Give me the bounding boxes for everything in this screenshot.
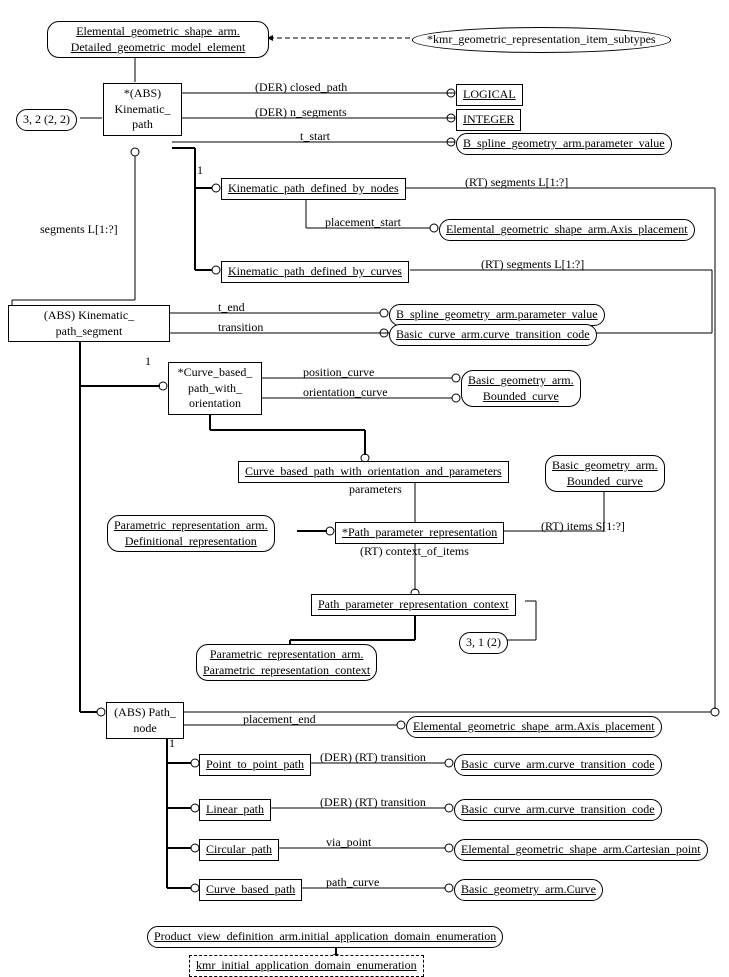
logical-box: LOGICAL (456, 84, 523, 106)
kmr-subtypes-ellipse: *kmr_geometric_representation_item_subty… (412, 27, 671, 53)
placement-end-label: placement_end (243, 712, 316, 727)
bounded-curve2-text: Basic_geometry_arm. Bounded_curve (552, 458, 658, 488)
kp-nodes-box: Kinematic_path_defined_by_nodes (221, 178, 406, 200)
trans-code2-text: Basic_curve_arm.curve_transition_code (461, 757, 655, 771)
curve-text: Basic_geometry_arm.Curve (461, 882, 596, 896)
linear-path-box: Linear_path (199, 799, 271, 821)
path-node-text: (ABS) Path_ node (114, 705, 176, 735)
trans-code-text: Basic_curve_arm.curve_transition_code (396, 327, 590, 341)
axis-placement-box: Elemental_geometric_shape_arm.Axis_place… (439, 219, 695, 241)
prc-arm-box: Parametric_representation_arm. Parametri… (196, 644, 377, 681)
circle-3-2: 3, 2 (2, 2) (16, 109, 77, 131)
bounded-curve2-box: Basic_geometry_arm. Bounded_curve (545, 455, 665, 492)
path-param-rep-text: *Path_parameter_representation (342, 525, 497, 539)
trans-code3-text: Basic_curve_arm.curve_transition_code (461, 802, 655, 816)
kp-segment-text: (ABS) Kinematic_ path_segment (44, 308, 134, 338)
bounded-curve-text: Basic_geometry_arm. Bounded_curve (468, 373, 574, 403)
path-node-box: (ABS) Path_ node (106, 702, 184, 739)
param-rep-arm-box: Parametric_representation_arm. Definitio… (107, 515, 275, 552)
curve-box: Basic_geometry_arm.Curve (454, 879, 603, 901)
orientation-curve-label: orientation_curve (303, 385, 388, 400)
bounded-curve-box: Basic_geometry_arm. Bounded_curve (461, 370, 581, 407)
kp-curves-text: Kinematic_path_defined_by_curves (228, 264, 402, 278)
circular-path-box: Circular_path (199, 839, 279, 861)
bspline-param2-text: B_spline_geometry_arm.parameter_value (396, 307, 598, 321)
rt-segments1-label: (RT) segments L[1:?] (465, 175, 568, 190)
elem-geom-shape-box: Elemental_geometric_shape_arm. Detailed_… (47, 21, 269, 58)
circle-3-1-text: 3, 1 (2) (466, 635, 501, 649)
kinematic-path-box: *(ABS) Kinematic_ path (103, 83, 182, 136)
trans-code2-box: Basic_curve_arm.curve_transition_code (454, 754, 662, 776)
linear-path-text: Linear_path (206, 802, 264, 816)
cbp-w-params-text: Curve_based_path_with_orientation_and_pa… (245, 464, 502, 478)
kinematic-path-text: *(ABS) Kinematic_ path (115, 86, 171, 131)
trans-code3-box: Basic_curve_arm.curve_transition_code (454, 799, 662, 821)
one-a-label: 1 (197, 163, 203, 178)
kp-curves-box: Kinematic_path_defined_by_curves (221, 261, 409, 283)
axis-placement2-box: Elemental_geometric_shape_arm.Axis_place… (406, 716, 662, 738)
param-rep-arm-text: Parametric_representation_arm. Definitio… (114, 518, 268, 548)
parameters-label: parameters (349, 482, 402, 497)
circle-3-2-text: 3, 2 (2, 2) (23, 112, 70, 126)
logical-text: LOGICAL (463, 87, 516, 101)
integer-box: INTEGER (456, 109, 521, 131)
der-rt-trans-label: (DER) (RT) transition (320, 750, 426, 765)
curve-based-path-box: Curve_based_path (199, 879, 302, 901)
t-end-label: t_end (218, 300, 245, 315)
circle-3-1: 3, 1 (2) (459, 632, 508, 654)
elem-geom-shape-text: Elemental_geometric_shape_arm. Detailed_… (71, 24, 246, 54)
trans-code-box: Basic_curve_arm.curve_transition_code (389, 324, 597, 346)
kmr-subtypes-text: *kmr_geometric_representation_item_subty… (427, 32, 656, 46)
bspline-param-box: B_spline_geometry_arm.parameter_value (456, 133, 672, 155)
bspline-param-text: B_spline_geometry_arm.parameter_value (463, 136, 665, 150)
segments-left-label: segments L[1:?] (40, 222, 118, 237)
rt-context-label: (RT) context_of_items (360, 544, 469, 559)
der-n-segments-label: (DER) n_segments (255, 105, 347, 120)
pvd-enum-box: Product_view_definition_arm.initial_appl… (147, 926, 503, 948)
placement-start-label: placement_start (325, 215, 401, 230)
cart-point-text: Elemental_geometric_shape_arm.Cartesian_… (461, 842, 701, 856)
pvd-enum-text: Product_view_definition_arm.initial_appl… (154, 929, 496, 943)
circular-path-text: Circular_path (206, 842, 272, 856)
der-closed-path-label: (DER) closed_path (255, 80, 347, 95)
kmr-enum-box: kmr_initial_application_domain_enumerati… (189, 955, 424, 977)
axis-placement-text: Elemental_geometric_shape_arm.Axis_place… (446, 222, 688, 236)
t-start-label: t_start (300, 129, 330, 144)
transition-label: transition (218, 320, 263, 335)
via-point-label: via_point (326, 835, 371, 850)
position-curve-label: position_curve (303, 365, 374, 380)
kp-nodes-text: Kinematic_path_defined_by_nodes (228, 181, 399, 195)
cbp-w-params-box: Curve_based_path_with_orientation_and_pa… (238, 461, 509, 483)
kmr-enum-text: kmr_initial_application_domain_enumerati… (196, 958, 417, 972)
p2p-path-box: Point_to_point_path (199, 754, 311, 776)
ppr-context-box: Path_parameter_representation_context (311, 594, 516, 616)
integer-text: INTEGER (463, 112, 514, 126)
cart-point-box: Elemental_geometric_shape_arm.Cartesian_… (454, 839, 708, 861)
der-rt-trans2-label: (DER) (RT) transition (320, 795, 426, 810)
curve-based-path-text: Curve_based_path (206, 882, 295, 896)
ppr-context-text: Path_parameter_representation_context (318, 597, 509, 611)
rt-items-label: (RT) items S[1:?] (541, 519, 625, 534)
rt-segments2-label: (RT) segments L[1:?] (481, 257, 584, 272)
bspline-param2-box: B_spline_geometry_arm.parameter_value (389, 304, 605, 326)
kp-segment-box: (ABS) Kinematic_ path_segment (8, 305, 170, 342)
path-curve-label: path_curve (326, 875, 379, 890)
axis-placement2-text: Elemental_geometric_shape_arm.Axis_place… (413, 719, 655, 733)
prc-arm-text: Parametric_representation_arm. Parametri… (203, 647, 370, 677)
one-b-label: 1 (145, 354, 151, 369)
curve-based-or-text: *Curve_based_ path_with_ orientation (178, 365, 253, 410)
p2p-path-text: Point_to_point_path (206, 757, 304, 771)
curve-based-or-box: *Curve_based_ path_with_ orientation (168, 362, 262, 415)
path-param-rep-box: *Path_parameter_representation (335, 522, 504, 544)
one-c-label: 1 (169, 736, 175, 751)
